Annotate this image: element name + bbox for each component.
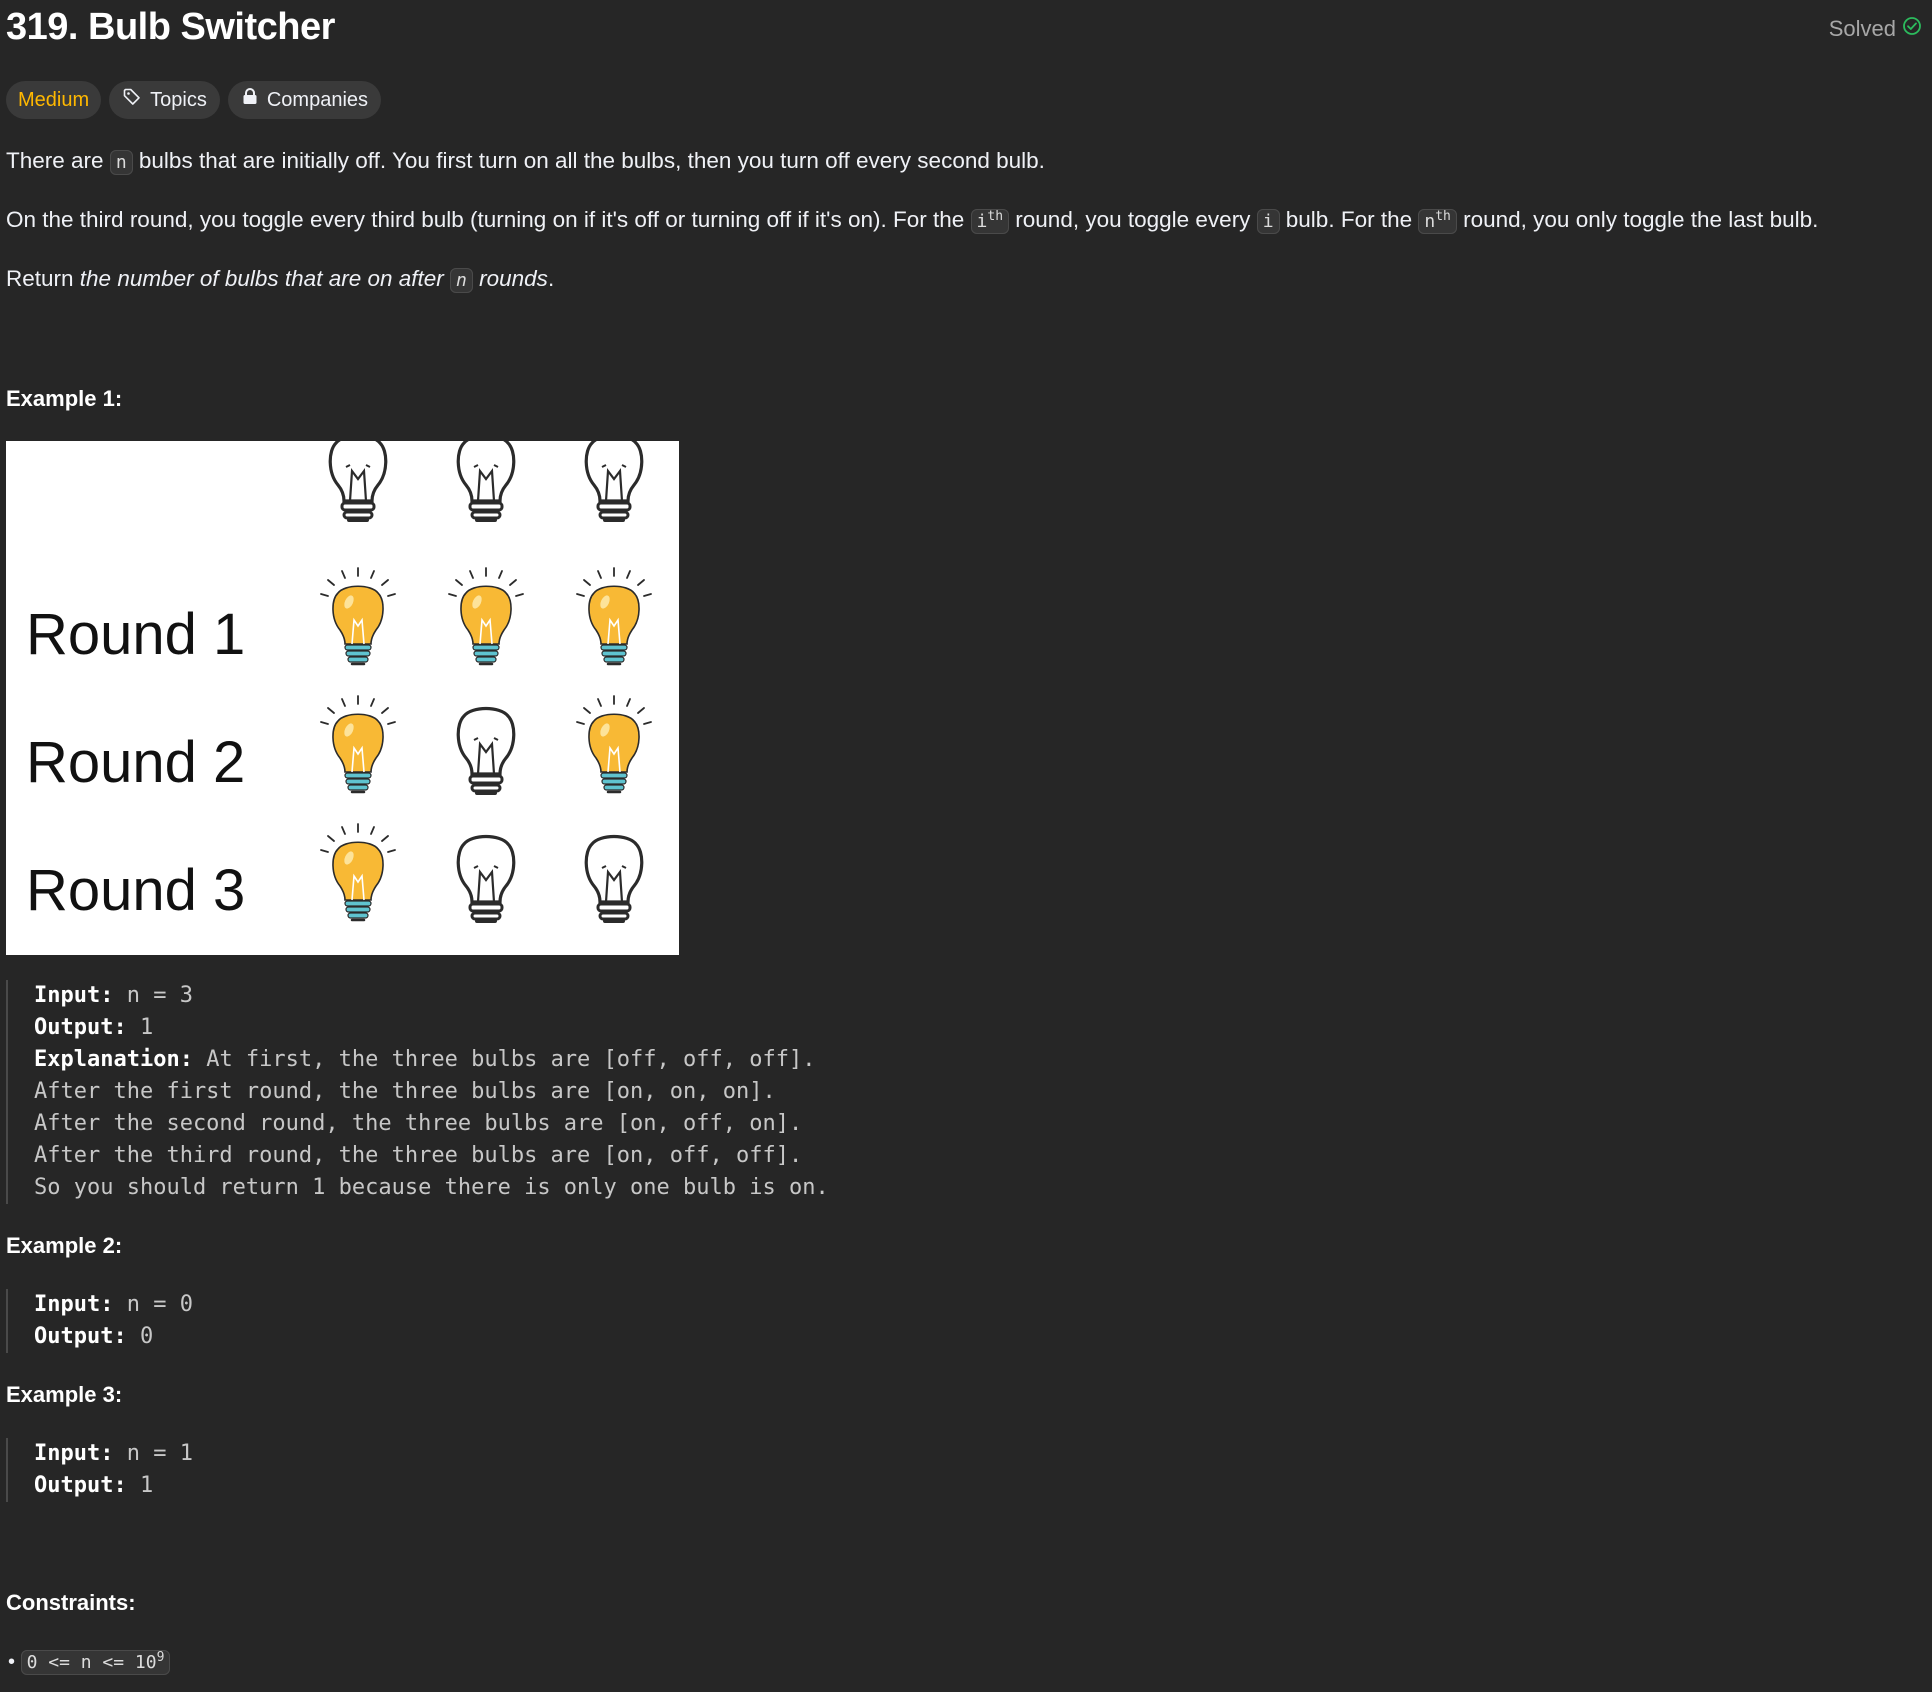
inline-code: ith	[970, 209, 1010, 234]
explanation-line: At first, the three bulbs are [off, off,…	[192, 1047, 816, 1072]
input-value: n = 0	[113, 1292, 193, 1317]
check-circle-icon	[1902, 16, 1922, 42]
problem-title: 319. Bulb Switcher	[6, 6, 335, 48]
emphasis: the number of bulbs that are on after	[79, 266, 451, 291]
input-label: Input:	[34, 1441, 114, 1466]
explanation-label: Explanation:	[34, 1047, 193, 1072]
bulb-on-icon	[575, 566, 653, 666]
superscript: th	[987, 209, 1004, 224]
superscript: th	[1435, 209, 1451, 224]
input-label: Input:	[34, 1292, 114, 1317]
example-3-heading: Example 3:	[6, 1382, 123, 1407]
topics-label: Topics	[150, 88, 207, 111]
explanation-line: After the third round, the three bulbs a…	[34, 1143, 803, 1168]
difficulty-label: Medium	[18, 88, 90, 111]
tag-icon	[122, 87, 142, 113]
output-value: 0	[126, 1324, 154, 1349]
tag-row: Medium Topics Companies	[6, 81, 382, 119]
description-paragraph-2: On the third round, you toggle every thi…	[6, 207, 1819, 234]
input-value: n = 1	[113, 1441, 193, 1466]
bulb-on-icon	[319, 822, 397, 922]
output-value: 1	[126, 1015, 154, 1040]
description-paragraph-3: Return the number of bulbs that are on a…	[6, 266, 555, 293]
text: Return	[6, 266, 80, 291]
example-2-heading: Example 2:	[6, 1233, 123, 1258]
bulb-grid-illustration: Round 1 Round 2 Round 3	[26, 433, 653, 923]
round-label: Round 1	[26, 602, 245, 667]
description-paragraph-1: There are n bulbs that are initially off…	[6, 148, 1045, 175]
constraint-text: 0 <= n <= 10	[26, 1652, 157, 1673]
bulb-off-icon	[456, 433, 516, 522]
inline-code: n	[450, 268, 473, 293]
output-label: Output:	[34, 1015, 127, 1040]
bullet-dot: •	[8, 1651, 21, 1673]
bulb-off-icon	[456, 706, 516, 795]
emphasis: rounds	[472, 266, 548, 291]
inline-code: n	[109, 150, 133, 175]
round-label: Round 3	[26, 858, 245, 923]
code-text: n	[1424, 211, 1436, 232]
text: .	[547, 266, 555, 291]
lock-icon	[241, 87, 259, 113]
solved-label: Solved	[1828, 16, 1896, 41]
companies-button[interactable]: Companies	[227, 81, 382, 119]
text: round, you only toggle the last bulb.	[1456, 207, 1819, 232]
explanation-line: So you should return 1 because there is …	[34, 1175, 829, 1200]
superscript: 9	[156, 1650, 165, 1665]
example-1-io: Input: n = 3 Output: 1 Explanation: At f…	[6, 980, 829, 1204]
code-text: i	[976, 211, 988, 232]
input-label: Input:	[34, 983, 114, 1008]
constraints-heading: Constraints:	[6, 1590, 136, 1615]
explanation-line: After the second round, the three bulbs …	[34, 1111, 803, 1136]
bulb-off-icon	[456, 834, 516, 923]
text: There are	[6, 148, 110, 173]
bulb-on-icon	[447, 566, 525, 666]
solved-status: Solved	[1829, 16, 1922, 42]
text: On the third round, you toggle every thi…	[6, 207, 971, 232]
bulb-off-icon	[584, 433, 644, 522]
constraint-item: • 0 <= n <= 109	[8, 1650, 171, 1675]
output-label: Output:	[34, 1473, 127, 1498]
text: bulbs that are initially off. You first …	[132, 148, 1045, 173]
round-label: Round 2	[26, 730, 245, 795]
explanation-line: After the first round, the three bulbs a…	[34, 1079, 776, 1104]
inline-code: i	[1256, 209, 1280, 234]
inline-code: nth	[1418, 209, 1457, 234]
topics-button[interactable]: Topics	[109, 81, 220, 119]
bulb-on-icon	[319, 566, 397, 666]
example-2-io: Input: n = 0 Output: 0	[6, 1289, 193, 1353]
output-value: 1	[126, 1473, 154, 1498]
difficulty-badge[interactable]: Medium	[6, 81, 102, 119]
bulb-on-icon	[319, 694, 397, 794]
example-1-figure: Round 1 Round 2 Round 3	[6, 433, 679, 955]
bulb-on-icon	[575, 694, 653, 794]
input-value: n = 3	[113, 983, 193, 1008]
text: bulb. For the	[1279, 207, 1419, 232]
text: round, you toggle every	[1009, 207, 1257, 232]
companies-label: Companies	[266, 88, 369, 111]
example-3-io: Input: n = 1 Output: 1	[6, 1438, 193, 1502]
output-label: Output:	[34, 1324, 127, 1349]
example-1-heading: Example 1:	[6, 386, 123, 411]
bulb-off-icon	[584, 834, 644, 923]
bulb-off-icon	[328, 433, 388, 522]
constraint-code: 0 <= n <= 109	[20, 1650, 171, 1675]
